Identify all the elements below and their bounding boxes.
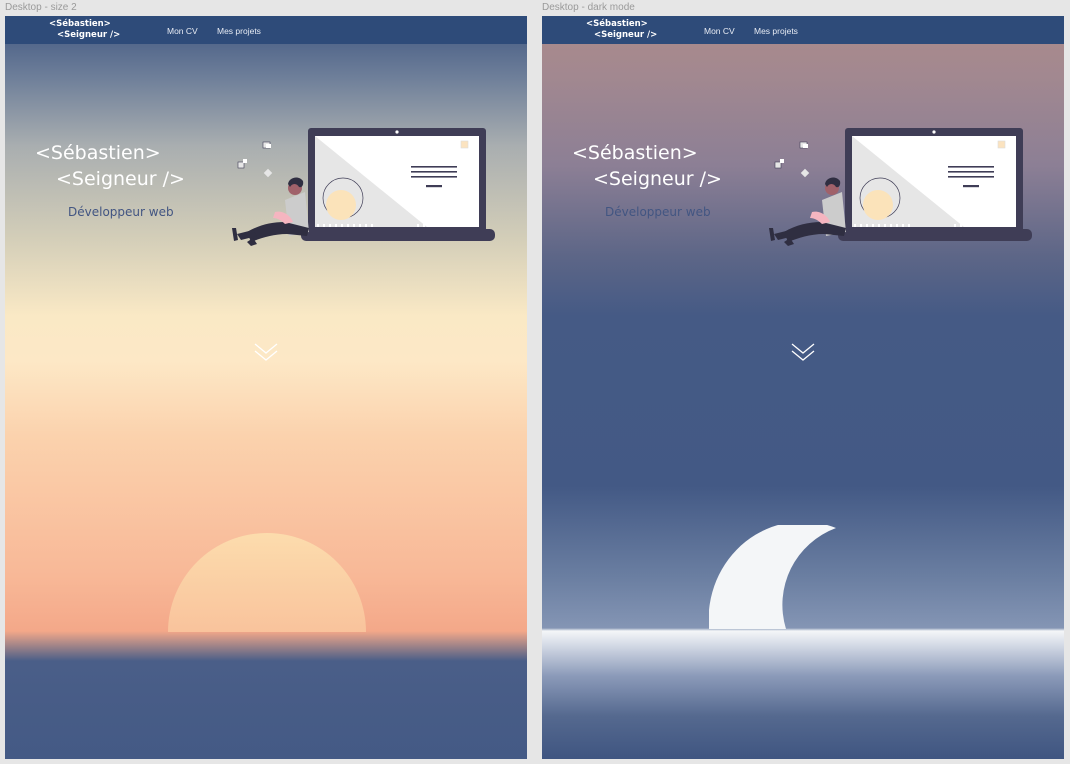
nav-link-cv[interactable]: Mon CV <box>704 26 735 36</box>
hero-title-line1: <Sébastien> <box>35 142 161 164</box>
nav-logo-line2: <Seigneur /> <box>57 30 121 40</box>
navbar: <Sébastien> <Seigneur /> Mon CV Mes proj… <box>5 16 527 44</box>
desktop-frame-dark: <Sébastien> <Seigneur /> Mon CV Mes proj… <box>542 16 1064 759</box>
navbar: <Sébastien> <Seigneur /> Mon CV Mes proj… <box>542 16 1064 44</box>
double-chevron-down-icon[interactable] <box>253 342 279 368</box>
hero-title-line2: <Seigneur /> <box>56 168 185 190</box>
desktop-frame-light: <Sébastien> <Seigneur /> Mon CV Mes proj… <box>5 16 527 759</box>
nav-logo-line1: <Sébastien> <box>49 19 111 29</box>
developer-laptop-illustration <box>764 124 1036 252</box>
moon-icon <box>708 521 839 635</box>
nav-logo[interactable]: <Sébastien> <Seigneur /> <box>586 19 657 41</box>
nav-link-projects[interactable]: Mes projets <box>217 26 261 36</box>
developer-laptop-illustration <box>227 124 499 252</box>
frame-label-dark: Desktop - dark mode <box>542 2 635 13</box>
hero-subtitle: Développeur web <box>605 205 711 219</box>
hero-title: <Sébastien> <Seigneur /> <box>572 140 722 192</box>
nav-logo-line1: <Sébastien> <box>586 19 648 29</box>
nav-logo[interactable]: <Sébastien> <Seigneur /> <box>49 19 120 41</box>
hero-title-line1: <Sébastien> <box>572 142 698 164</box>
frame-label-light: Desktop - size 2 <box>5 2 77 13</box>
nav-logo-line2: <Seigneur /> <box>594 30 658 40</box>
nav-link-projects[interactable]: Mes projets <box>754 26 798 36</box>
sun-icon <box>168 532 366 636</box>
double-chevron-down-icon[interactable] <box>790 342 816 368</box>
hero-subtitle: Développeur web <box>68 205 174 219</box>
hero-title-line2: <Seigneur /> <box>593 168 722 190</box>
nav-link-cv[interactable]: Mon CV <box>167 26 198 36</box>
hero-title: <Sébastien> <Seigneur /> <box>35 140 185 192</box>
